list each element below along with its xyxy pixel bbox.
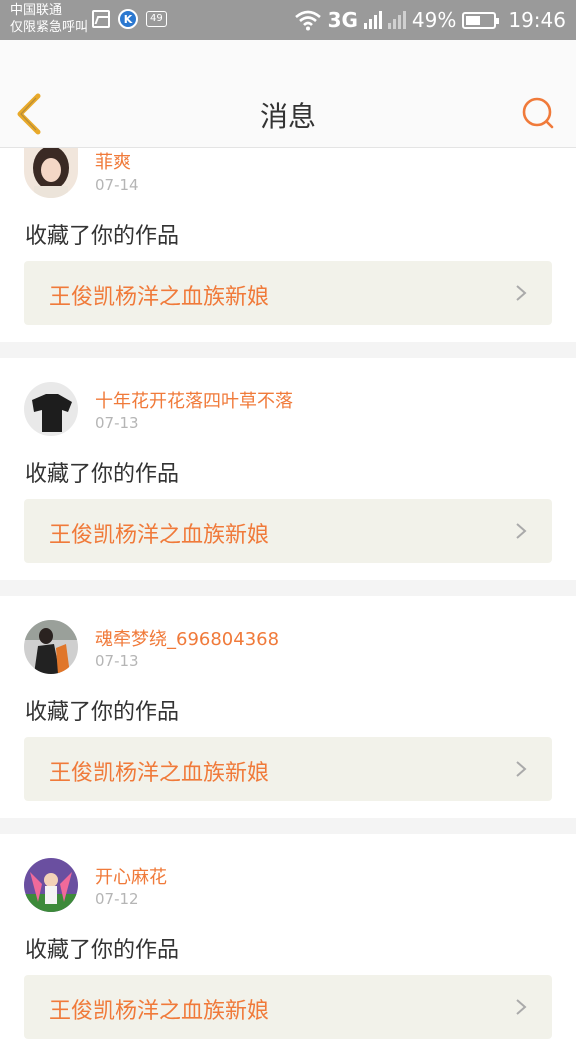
avatar[interactable] xyxy=(24,858,78,912)
divider xyxy=(0,580,576,596)
work-link[interactable]: 王俊凯杨洋之血族新娘 xyxy=(24,975,552,1039)
clock: 19:46 xyxy=(508,8,566,32)
avatar[interactable] xyxy=(24,148,78,198)
message-action: 收藏了你的作品 xyxy=(25,700,180,725)
message-card: 菲爽 07-14 收藏了你的作品 王俊凯杨洋之血族新娘 xyxy=(0,148,576,340)
username[interactable]: 魂牵梦绕_696804368 xyxy=(95,625,279,651)
chevron-right-icon xyxy=(516,285,527,301)
message-card: 魂牵梦绕_696804368 07-13 收藏了你的作品 王俊凯杨洋之血族新娘 xyxy=(0,596,576,818)
message-date: 07-12 xyxy=(95,890,139,908)
search-icon xyxy=(522,97,554,129)
network-type: 3G xyxy=(327,8,358,32)
message-date: 07-14 xyxy=(95,176,139,194)
sim2-signal-icon xyxy=(387,11,406,29)
work-title: 王俊凯杨洋之血族新娘 xyxy=(49,523,270,548)
divider xyxy=(0,342,576,358)
work-link[interactable]: 王俊凯杨洋之血族新娘 xyxy=(24,499,552,563)
work-title: 王俊凯杨洋之血族新娘 xyxy=(49,285,270,310)
username[interactable]: 开心麻花 xyxy=(95,863,167,889)
message-date: 07-13 xyxy=(95,414,139,432)
message-action: 收藏了你的作品 xyxy=(25,462,180,487)
work-link[interactable]: 王俊凯杨洋之血族新娘 xyxy=(24,261,552,325)
battery-icon xyxy=(462,11,500,29)
notification-count-badge: 49 xyxy=(146,11,167,27)
work-title: 王俊凯杨洋之血族新娘 xyxy=(49,761,270,786)
carrier-text: 中国联通 仅限紧急呼叫 xyxy=(10,2,88,36)
search-button[interactable] xyxy=(520,95,556,131)
carrier-status: 仅限紧急呼叫 xyxy=(10,20,89,35)
carrier-name: 中国联通 xyxy=(10,3,63,18)
app-header: 消息 xyxy=(0,40,576,148)
chevron-right-icon xyxy=(516,761,527,777)
message-action: 收藏了你的作品 xyxy=(25,224,180,249)
wifi-icon xyxy=(294,10,321,31)
avatar[interactable] xyxy=(24,382,78,436)
notification-icons: K 49 xyxy=(92,9,167,29)
divider xyxy=(0,818,576,834)
message-action: 收藏了你的作品 xyxy=(25,938,180,963)
k-app-icon: K xyxy=(118,9,138,29)
username[interactable]: 十年花开花落四叶草不落 xyxy=(95,387,293,413)
message-date: 07-13 xyxy=(95,652,139,670)
work-title: 王俊凯杨洋之血族新娘 xyxy=(49,999,270,1024)
message-card: 开心麻花 07-12 收藏了你的作品 王俊凯杨洋之血族新娘 xyxy=(0,834,576,1039)
chevron-right-icon xyxy=(516,999,527,1015)
system-indicators: 3G 49% 19:46 xyxy=(294,0,566,40)
message-card: 十年花开花落四叶草不落 07-13 收藏了你的作品 王俊凯杨洋之血族新娘 xyxy=(0,358,576,580)
image-icon xyxy=(92,10,110,28)
status-bar: 中国联通 仅限紧急呼叫 K 49 3G 49% 19:46 xyxy=(0,0,576,40)
work-link[interactable]: 王俊凯杨洋之血族新娘 xyxy=(24,737,552,801)
avatar[interactable] xyxy=(24,620,78,674)
signal-strength-icon xyxy=(363,11,382,29)
page-title: 消息 xyxy=(259,100,316,133)
chevron-right-icon xyxy=(516,523,527,539)
username[interactable]: 菲爽 xyxy=(95,148,131,174)
battery-percent: 49% xyxy=(411,8,457,32)
